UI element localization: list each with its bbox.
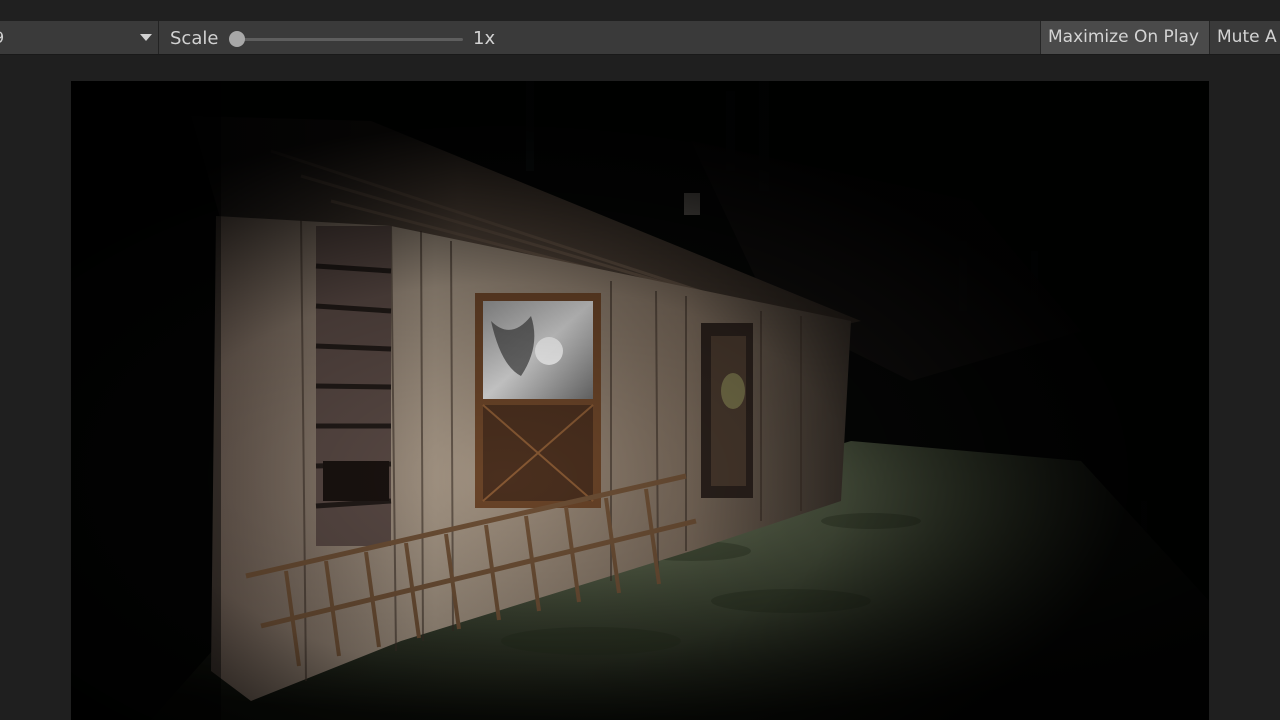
scene-illustration (71, 81, 1209, 720)
scale-slider-track[interactable] (238, 38, 463, 41)
display-dropdown-value: 9 (0, 28, 4, 47)
scale-label: Scale (170, 28, 219, 49)
flashlight-vignette (71, 81, 1209, 720)
window-top-strip (0, 0, 1280, 21)
game-render-view[interactable] (71, 81, 1209, 720)
mute-audio-button[interactable]: Mute A (1210, 21, 1280, 54)
display-dropdown[interactable]: 9 (0, 21, 159, 54)
maximize-on-play-button[interactable]: Maximize On Play (1040, 21, 1210, 54)
scale-value: 1x (473, 28, 496, 49)
scale-slider-thumb[interactable] (229, 31, 245, 47)
game-view-toolbar: 9 Scale 1x Maximize On Play Mute A (0, 21, 1280, 55)
caret-down-icon (140, 34, 152, 41)
